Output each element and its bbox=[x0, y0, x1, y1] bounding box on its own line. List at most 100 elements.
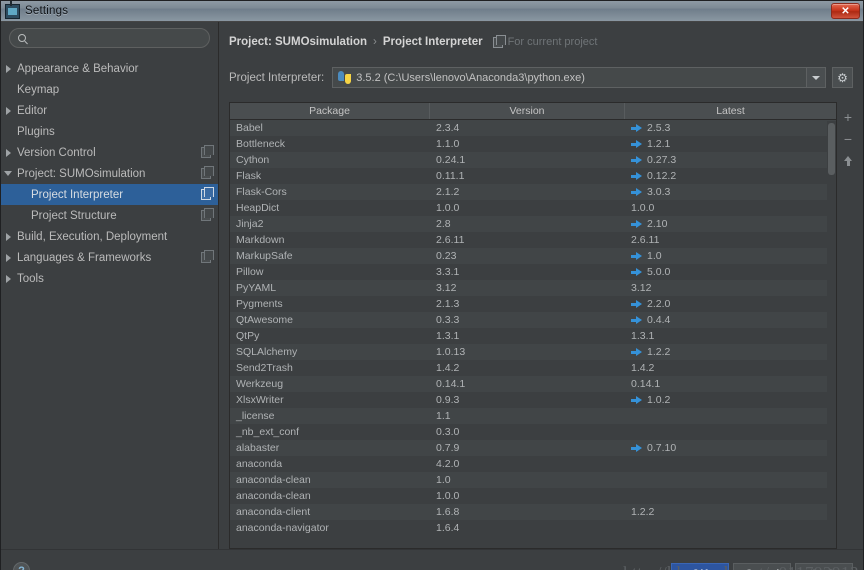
project-badge-icon bbox=[201, 208, 214, 221]
ok-button[interactable]: OK bbox=[671, 563, 729, 570]
table-row[interactable]: SQLAlchemy 1.0.13 1.2.2 bbox=[230, 344, 836, 360]
package-table-body: Babel 2.3.4 2.5.3 Bottleneck 1.1.0 1.2.1 Cytho… bbox=[230, 120, 836, 548]
table-row[interactable]: Pygments 2.1.3 2.2.0 bbox=[230, 296, 836, 312]
chevron-right-icon[interactable] bbox=[1, 232, 15, 241]
cell-version: 0.24.1 bbox=[436, 154, 466, 166]
sidebar-item-appearance-behavior[interactable]: Appearance & Behavior bbox=[1, 58, 218, 79]
search-icon bbox=[18, 34, 26, 42]
upgrade-arrow-icon bbox=[843, 156, 853, 166]
add-package-button[interactable]: + bbox=[838, 106, 858, 128]
cell-latest-text: 5.0.0 bbox=[647, 266, 671, 278]
table-row[interactable]: MarkupSafe 0.23 1.0 bbox=[230, 248, 836, 264]
table-row[interactable]: Jinja2 2.8 2.10 bbox=[230, 216, 836, 232]
gear-icon[interactable]: ⚙ bbox=[832, 67, 853, 88]
sidebar-item-project-interpreter[interactable]: Project Interpreter bbox=[1, 184, 218, 205]
breadcrumb-root[interactable]: Project: SUMOsimulation bbox=[229, 36, 367, 48]
sidebar-item-label: Project Interpreter bbox=[31, 188, 124, 201]
chevron-right-icon[interactable] bbox=[1, 148, 15, 157]
sidebar-item-keymap[interactable]: Keymap bbox=[1, 79, 218, 100]
cell-latest-text: 3.12 bbox=[631, 282, 652, 294]
cell-version: 0.3.0 bbox=[436, 426, 460, 438]
cell-latest-text: 0.4.4 bbox=[647, 314, 671, 326]
cell-version: 1.0.0 bbox=[436, 202, 460, 214]
sidebar-item-languages-frameworks[interactable]: Languages & Frameworks bbox=[1, 247, 218, 268]
cell-latest-text: 0.12.2 bbox=[647, 170, 677, 182]
sidebar-item-version-control[interactable]: Version Control bbox=[1, 142, 218, 163]
table-row[interactable]: PyYAML 3.12 3.12 bbox=[230, 280, 836, 296]
help-icon[interactable]: ? bbox=[13, 562, 30, 570]
cell-latest: 1.2.2 bbox=[625, 506, 836, 518]
cell-version: 2.8 bbox=[436, 218, 451, 230]
chevron-right-icon[interactable] bbox=[1, 274, 15, 283]
cancel-button[interactable]: Cancel bbox=[733, 563, 791, 570]
chevron-right-icon[interactable] bbox=[1, 106, 15, 115]
remove-package-button[interactable]: − bbox=[838, 128, 858, 150]
scrollbar-thumb[interactable] bbox=[828, 123, 835, 175]
upgrade-package-button[interactable] bbox=[838, 150, 858, 172]
close-icon[interactable]: ✕ bbox=[831, 3, 860, 19]
sidebar-item-label: Appearance & Behavior bbox=[17, 62, 139, 75]
table-row[interactable]: Flask-Cors 2.1.2 3.0.3 bbox=[230, 184, 836, 200]
cell-latest-text: 2.2.0 bbox=[647, 298, 671, 310]
chevron-down-icon[interactable] bbox=[807, 67, 826, 88]
package-table: Package Version Latest Babel 2.3.4 2.5.3 Bo… bbox=[229, 102, 837, 549]
sidebar-item-project-sumosimulation[interactable]: Project: SUMOsimulation bbox=[1, 163, 218, 184]
column-header-latest[interactable]: Latest bbox=[625, 103, 836, 119]
column-header-package[interactable]: Package bbox=[230, 103, 430, 119]
breadcrumb-separator: › bbox=[373, 36, 377, 48]
table-row[interactable]: Werkzeug 0.14.1 0.14.1 bbox=[230, 376, 836, 392]
cell-package: alabaster bbox=[236, 442, 280, 454]
table-row[interactable]: anaconda-clean 1.0.0 bbox=[230, 488, 836, 504]
cell-latest: 0.4.4 bbox=[625, 314, 836, 326]
cell-version: 4.2.0 bbox=[436, 458, 460, 470]
sidebar-item-tools[interactable]: Tools bbox=[1, 268, 218, 289]
sidebar-item-build-execution-deployment[interactable]: Build, Execution, Deployment bbox=[1, 226, 218, 247]
table-row[interactable]: Send2Trash 1.4.2 1.4.2 bbox=[230, 360, 836, 376]
cell-package: Jinja2 bbox=[236, 218, 264, 230]
table-row[interactable]: anaconda-navigator 1.6.4 bbox=[230, 520, 836, 536]
chevron-down-icon[interactable] bbox=[1, 171, 15, 176]
sidebar-item-label: Version Control bbox=[17, 146, 96, 159]
sidebar-item-label: Tools bbox=[17, 272, 44, 285]
cell-latest-text: 1.0.2 bbox=[647, 394, 671, 406]
chevron-right-icon[interactable] bbox=[1, 253, 15, 262]
window-title: Settings bbox=[25, 5, 69, 17]
cell-version: 2.3.4 bbox=[436, 122, 460, 134]
breadcrumb: Project: SUMOsimulation › Project Interp… bbox=[229, 34, 863, 50]
table-row[interactable]: _nb_ext_conf 0.3.0 bbox=[230, 424, 836, 440]
sidebar-item-project-structure[interactable]: Project Structure bbox=[1, 205, 218, 226]
cell-latest-text: 0.7.10 bbox=[647, 442, 677, 454]
table-row[interactable]: QtAwesome 0.3.3 0.4.4 bbox=[230, 312, 836, 328]
table-row[interactable]: Markdown 2.6.11 2.6.11 bbox=[230, 232, 836, 248]
footer-buttons: OK Cancel Apply bbox=[671, 563, 853, 570]
table-row[interactable]: _license 1.1 bbox=[230, 408, 836, 424]
table-row[interactable]: anaconda-client 1.6.8 1.2.2 bbox=[230, 504, 836, 520]
sidebar-item-plugins[interactable]: Plugins bbox=[1, 121, 218, 142]
cell-package: _license bbox=[236, 410, 275, 422]
project-badge-icon bbox=[201, 166, 214, 179]
table-row[interactable]: alabaster 0.7.9 0.7.10 bbox=[230, 440, 836, 456]
table-row[interactable]: Cython 0.24.1 0.27.3 bbox=[230, 152, 836, 168]
column-header-version[interactable]: Version bbox=[430, 103, 625, 119]
chevron-right-icon[interactable] bbox=[1, 64, 15, 73]
cell-version: 1.6.8 bbox=[436, 506, 460, 518]
cell-version: 0.3.3 bbox=[436, 314, 460, 326]
table-row[interactable]: Pillow 3.3.1 5.0.0 bbox=[230, 264, 836, 280]
table-row[interactable]: Babel 2.3.4 2.5.3 bbox=[230, 120, 836, 136]
table-row[interactable]: XlsxWriter 0.9.3 1.0.2 bbox=[230, 392, 836, 408]
cell-version: 1.0.0 bbox=[436, 490, 460, 502]
search-box[interactable] bbox=[9, 28, 210, 48]
cell-latest: 1.0.0 bbox=[625, 202, 836, 214]
table-row[interactable]: anaconda-clean 1.0 bbox=[230, 472, 836, 488]
sidebar-item-editor[interactable]: Editor bbox=[1, 100, 218, 121]
interpreter-combo[interactable]: 3.5.2 (C:\Users\lenovo\Anaconda3\python.… bbox=[332, 67, 807, 88]
table-row[interactable]: HeapDict 1.0.0 1.0.0 bbox=[230, 200, 836, 216]
package-table-scrollbar[interactable] bbox=[827, 121, 836, 548]
table-row[interactable]: QtPy 1.3.1 1.3.1 bbox=[230, 328, 836, 344]
cell-version: 0.11.1 bbox=[436, 170, 465, 182]
table-row[interactable]: Flask 0.11.1 0.12.2 bbox=[230, 168, 836, 184]
table-row[interactable]: anaconda 4.2.0 bbox=[230, 456, 836, 472]
table-row[interactable]: Bottleneck 1.1.0 1.2.1 bbox=[230, 136, 836, 152]
cell-latest-text: 2.10 bbox=[647, 218, 668, 230]
search-input[interactable] bbox=[31, 32, 201, 44]
